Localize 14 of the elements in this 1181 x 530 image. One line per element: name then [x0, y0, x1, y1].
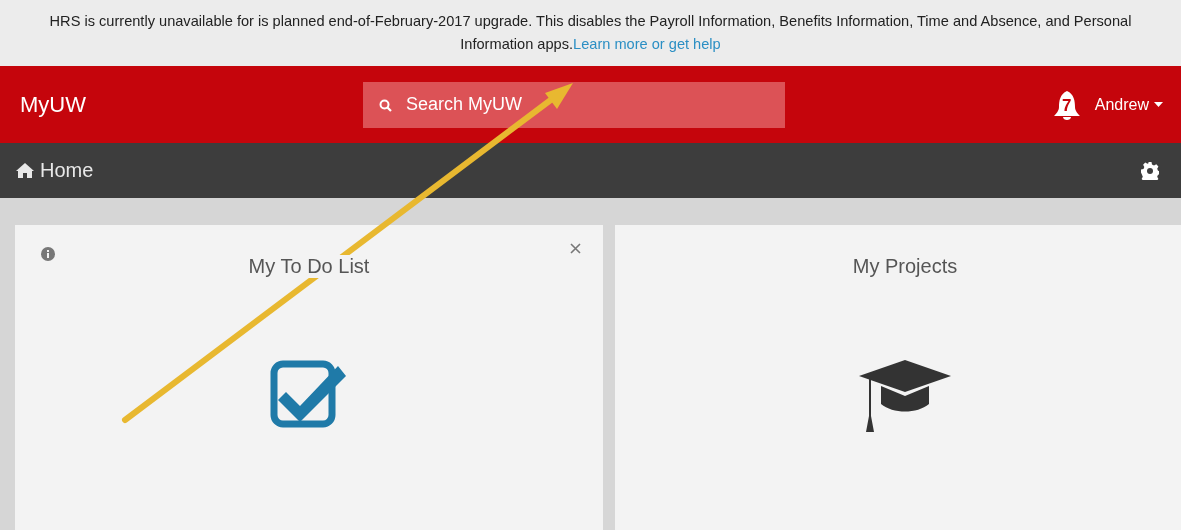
info-icon[interactable] — [41, 247, 55, 261]
outage-notice: HRS is currently unavailable for is planned end-of-February-2017 upgrade. This disables the Payroll Information, Benefits Information, Time and Absence, and Personal Information apps.Learn more or get help — [48, 12, 1133, 54]
home-icon — [16, 163, 34, 178]
home-link[interactable]: Home — [40, 159, 94, 182]
search-icon — [379, 98, 392, 112]
user-menu[interactable]: Andrew — [1094, 95, 1163, 114]
notification-count: 7 — [1061, 95, 1073, 116]
close-icon[interactable] — [570, 243, 581, 254]
app-title: MyUW — [20, 91, 87, 118]
settings-icon[interactable] — [1141, 161, 1159, 180]
search-field[interactable]: Search MyUW — [363, 81, 785, 128]
notification-bell[interactable]: 7 — [1052, 88, 1081, 121]
help-link[interactable]: Learn more or get help — [573, 36, 721, 52]
caret-icon — [1154, 102, 1163, 107]
